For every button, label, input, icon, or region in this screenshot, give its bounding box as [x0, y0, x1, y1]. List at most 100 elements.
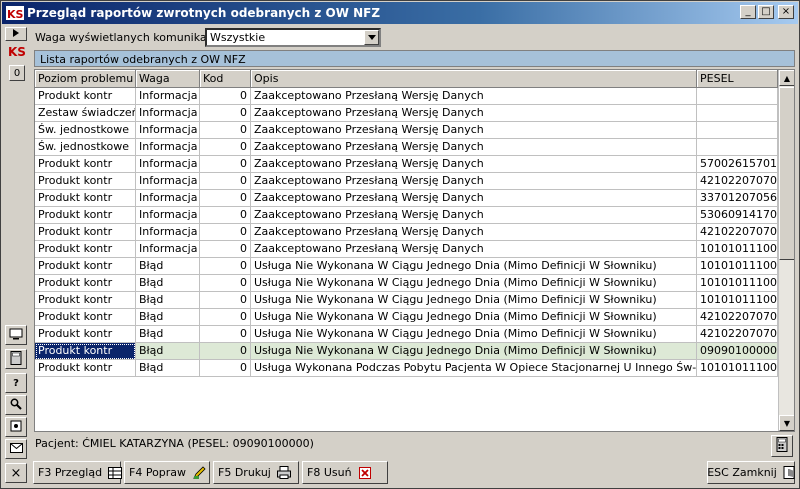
cell-pesel[interactable]: 09090100000: [697, 343, 778, 360]
cell-code[interactable]: 0: [200, 88, 251, 105]
table-row[interactable]: Produkt kontr Informacja 0 Zaakceptowano Pr…: [35, 173, 778, 190]
cell-pesel[interactable]: [697, 88, 778, 105]
f8-delete-button[interactable]: F8 Usuń: [302, 461, 388, 484]
mail-button[interactable]: [5, 439, 27, 459]
zero-button[interactable]: 0: [9, 65, 25, 81]
info-screen-button[interactable]: [5, 325, 27, 345]
cell-code[interactable]: 0: [200, 190, 251, 207]
scroll-down-button[interactable]: ▼: [779, 415, 794, 431]
cell-level[interactable]: Św. jednostkowe: [35, 139, 136, 156]
cell-level[interactable]: Produkt kontr: [35, 241, 136, 258]
f4-edit-button[interactable]: F4 Popraw: [124, 461, 210, 484]
esc-close-button[interactable]: ESC Zamknij: [707, 461, 795, 484]
cell-code[interactable]: 0: [200, 275, 251, 292]
table-row[interactable]: Produkt kontr Informacja 0 Zaakceptowano Pr…: [35, 224, 778, 241]
cell-level[interactable]: Produkt kontr: [35, 224, 136, 241]
cell-pesel[interactable]: 10101011100: [697, 241, 778, 258]
cell-description[interactable]: Usługa Nie Wykonana W Ciągu Jednego Dnia…: [251, 343, 697, 360]
cell-pesel[interactable]: 57002615701: [697, 156, 778, 173]
cell-pesel[interactable]: 53060914170: [697, 207, 778, 224]
cell-description[interactable]: Zaakceptowano Przesłaną Wersję Danych: [251, 207, 697, 224]
cell-severity[interactable]: Informacja: [136, 105, 200, 122]
cell-pesel[interactable]: 33701207056: [697, 190, 778, 207]
cell-severity[interactable]: Informacja: [136, 156, 200, 173]
table-row[interactable]: Produkt kontr Błąd 0 Usługa Nie Wykonana W …: [35, 292, 778, 309]
cell-description[interactable]: Zaakceptowano Przesłaną Wersję Danych: [251, 139, 697, 156]
cell-level[interactable]: Produkt kontr: [35, 173, 136, 190]
scroll-up-button[interactable]: ▲: [779, 70, 794, 86]
severity-filter-select[interactable]: Wszystkie: [205, 28, 381, 47]
table-row[interactable]: Produkt kontr Błąd 0 Usługa Nie Wykonana W …: [35, 326, 778, 343]
cell-pesel[interactable]: [697, 105, 778, 122]
cell-level[interactable]: Produkt kontr: [35, 156, 136, 173]
column-header-code[interactable]: Kod: [200, 70, 251, 88]
cell-description[interactable]: Zaakceptowano Przesłaną Wersję Danych: [251, 88, 697, 105]
cell-severity[interactable]: Informacja: [136, 122, 200, 139]
cell-code[interactable]: 0: [200, 326, 251, 343]
title-bar[interactable]: KS Przegląd raportów zwrotnych odebranyc…: [2, 2, 798, 24]
column-header-severity[interactable]: Waga: [136, 70, 200, 88]
calculator-side-button[interactable]: [5, 349, 27, 369]
cell-code[interactable]: 0: [200, 343, 251, 360]
column-header-pesel[interactable]: PESEL: [697, 70, 778, 88]
cell-description[interactable]: Usługa Nie Wykonana W Ciągu Jednego Dnia…: [251, 258, 697, 275]
cell-code[interactable]: 0: [200, 292, 251, 309]
reports-table[interactable]: Poziom problemu Waga Kod Opis PESEL Prod…: [34, 69, 795, 432]
cell-level[interactable]: Zestaw świadczeń: [35, 105, 136, 122]
cell-severity[interactable]: Informacja: [136, 139, 200, 156]
cell-code[interactable]: 0: [200, 224, 251, 241]
cell-severity[interactable]: Błąd: [136, 258, 200, 275]
maximize-button[interactable]: □: [758, 5, 774, 19]
f3-browse-button[interactable]: F3 Przegląd: [33, 461, 123, 484]
chevron-down-icon[interactable]: [364, 30, 379, 45]
table-row[interactable]: Produkt kontr Informacja 0 Zaakceptowano Pr…: [35, 207, 778, 224]
cell-pesel[interactable]: 10101011100: [697, 275, 778, 292]
cell-description[interactable]: Zaakceptowano Przesłaną Wersję Danych: [251, 156, 697, 173]
cell-description[interactable]: Usługa Nie Wykonana W Ciągu Jednego Dnia…: [251, 275, 697, 292]
table-row[interactable]: Produkt kontr Błąd 0 Usługa Nie Wykonana W …: [35, 275, 778, 292]
cell-description[interactable]: Zaakceptowano Przesłaną Wersję Danych: [251, 122, 697, 139]
cell-level[interactable]: Produkt kontr: [35, 258, 136, 275]
cell-code[interactable]: 0: [200, 139, 251, 156]
cell-description[interactable]: Usługa Nie Wykonana W Ciągu Jednego Dnia…: [251, 309, 697, 326]
cell-pesel[interactable]: 10101011100: [697, 258, 778, 275]
cell-level[interactable]: Produkt kontr: [35, 207, 136, 224]
cell-level[interactable]: Produkt kontr: [35, 343, 136, 360]
column-header-level[interactable]: Poziom problemu: [35, 70, 136, 88]
table-row[interactable]: Św. jednostkowe Informacja 0 Zaakceptowano …: [35, 122, 778, 139]
table-row[interactable]: Produkt kontr Informacja 0 Zaakceptowano Pr…: [35, 190, 778, 207]
table-row[interactable]: Produkt kontr Błąd 0 Usługa Nie Wykonana W …: [35, 343, 778, 360]
column-header-description[interactable]: Opis: [251, 70, 697, 88]
cell-description[interactable]: Usługa Wykonana Podczas Pobytu Pacjenta …: [251, 360, 697, 377]
cell-severity[interactable]: Błąd: [136, 360, 200, 377]
cell-pesel[interactable]: 10101011100: [697, 292, 778, 309]
close-side-button[interactable]: ×: [5, 463, 27, 483]
cell-description[interactable]: Zaakceptowano Przesłaną Wersję Danych: [251, 173, 697, 190]
close-window-button[interactable]: ×: [778, 5, 794, 19]
cell-code[interactable]: 0: [200, 309, 251, 326]
cell-description[interactable]: Zaakceptowano Przesłaną Wersję Danych: [251, 105, 697, 122]
help-button[interactable]: ?: [5, 373, 27, 393]
cell-pesel[interactable]: 42102207070: [697, 173, 778, 190]
cell-pesel[interactable]: 42102207070: [697, 326, 778, 343]
cell-pesel[interactable]: 42102207070: [697, 224, 778, 241]
cell-pesel[interactable]: [697, 122, 778, 139]
cell-description[interactable]: Zaakceptowano Przesłaną Wersję Danych: [251, 190, 697, 207]
cell-severity[interactable]: Błąd: [136, 292, 200, 309]
cell-description[interactable]: Usługa Nie Wykonana W Ciągu Jednego Dnia…: [251, 292, 697, 309]
cell-code[interactable]: 0: [200, 360, 251, 377]
scroll-thumb[interactable]: [779, 87, 794, 260]
cell-code[interactable]: 0: [200, 173, 251, 190]
cell-description[interactable]: Zaakceptowano Przesłaną Wersję Danych: [251, 241, 697, 258]
cell-severity[interactable]: Informacja: [136, 173, 200, 190]
cell-code[interactable]: 0: [200, 241, 251, 258]
cell-pesel[interactable]: 42102207070: [697, 309, 778, 326]
vertical-scrollbar[interactable]: ▲ ▼: [778, 70, 794, 431]
cell-severity[interactable]: Błąd: [136, 326, 200, 343]
minimize-button[interactable]: _: [740, 5, 756, 19]
table-row[interactable]: Zestaw świadczeń Informacja 0 Zaakceptowano…: [35, 105, 778, 122]
cell-severity[interactable]: Informacja: [136, 224, 200, 241]
toggle-panel-button[interactable]: [5, 27, 27, 41]
window-button[interactable]: [5, 417, 27, 437]
cell-code[interactable]: 0: [200, 258, 251, 275]
